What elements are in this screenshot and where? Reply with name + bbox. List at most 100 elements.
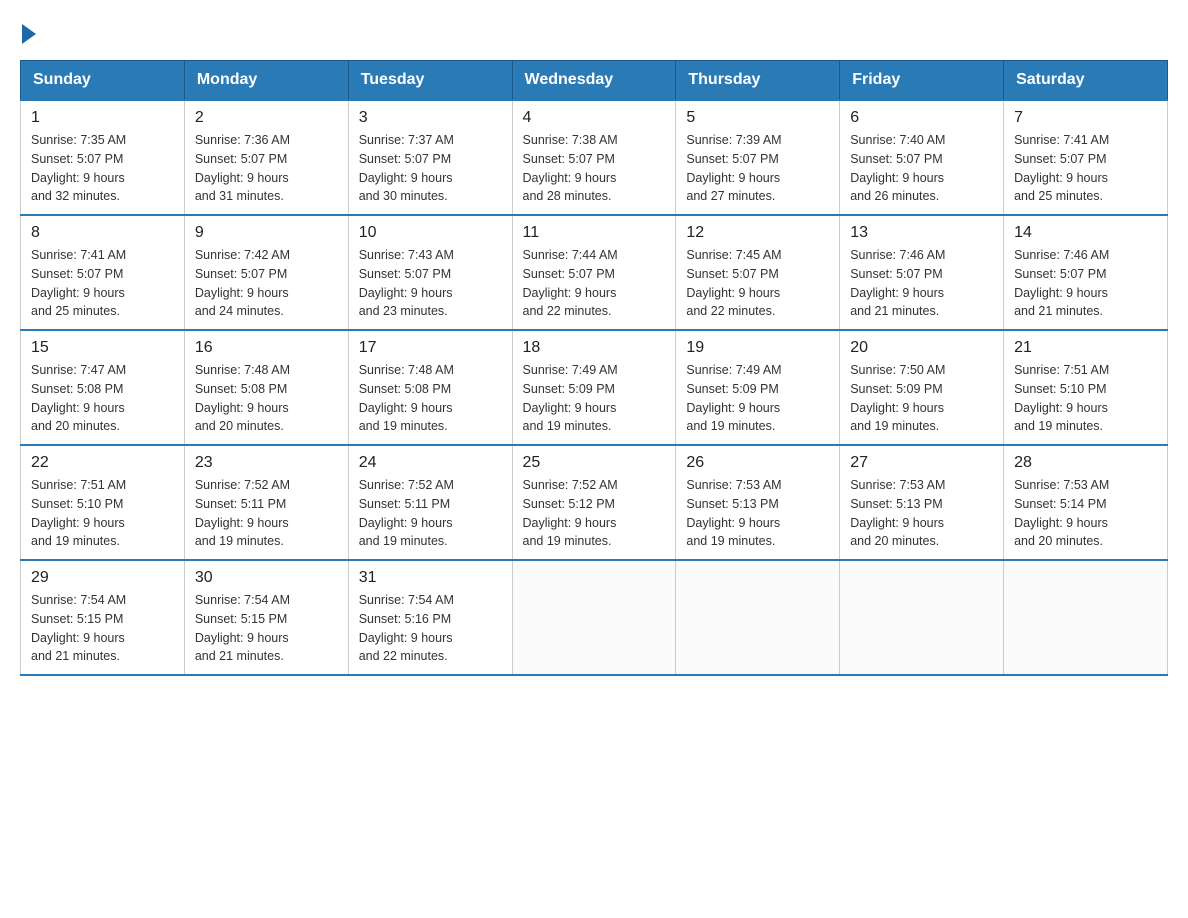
day-number: 4 (523, 109, 666, 127)
calendar-cell: 23 Sunrise: 7:52 AM Sunset: 5:11 PM Dayl… (184, 445, 348, 560)
day-info: Sunrise: 7:54 AM Sunset: 5:16 PM Dayligh… (359, 591, 502, 666)
day-info: Sunrise: 7:48 AM Sunset: 5:08 PM Dayligh… (359, 361, 502, 436)
calendar-cell: 25 Sunrise: 7:52 AM Sunset: 5:12 PM Dayl… (512, 445, 676, 560)
day-number: 10 (359, 224, 502, 242)
day-info: Sunrise: 7:47 AM Sunset: 5:08 PM Dayligh… (31, 361, 174, 436)
calendar-cell: 6 Sunrise: 7:40 AM Sunset: 5:07 PM Dayli… (840, 100, 1004, 215)
week-row-4: 22 Sunrise: 7:51 AM Sunset: 5:10 PM Dayl… (21, 445, 1168, 560)
calendar-cell: 17 Sunrise: 7:48 AM Sunset: 5:08 PM Dayl… (348, 330, 512, 445)
calendar-cell: 1 Sunrise: 7:35 AM Sunset: 5:07 PM Dayli… (21, 100, 185, 215)
day-info: Sunrise: 7:37 AM Sunset: 5:07 PM Dayligh… (359, 131, 502, 206)
calendar-cell: 31 Sunrise: 7:54 AM Sunset: 5:16 PM Dayl… (348, 560, 512, 675)
calendar-cell: 11 Sunrise: 7:44 AM Sunset: 5:07 PM Dayl… (512, 215, 676, 330)
day-info: Sunrise: 7:41 AM Sunset: 5:07 PM Dayligh… (31, 246, 174, 321)
day-info: Sunrise: 7:49 AM Sunset: 5:09 PM Dayligh… (686, 361, 829, 436)
calendar-cell: 10 Sunrise: 7:43 AM Sunset: 5:07 PM Dayl… (348, 215, 512, 330)
header-saturday: Saturday (1004, 61, 1168, 101)
calendar-cell (1004, 560, 1168, 675)
calendar-cell: 3 Sunrise: 7:37 AM Sunset: 5:07 PM Dayli… (348, 100, 512, 215)
header-thursday: Thursday (676, 61, 840, 101)
day-number: 30 (195, 569, 338, 587)
day-number: 23 (195, 454, 338, 472)
day-number: 9 (195, 224, 338, 242)
calendar-cell: 28 Sunrise: 7:53 AM Sunset: 5:14 PM Dayl… (1004, 445, 1168, 560)
day-number: 1 (31, 109, 174, 127)
page-header (20, 20, 1168, 40)
calendar-cell: 27 Sunrise: 7:53 AM Sunset: 5:13 PM Dayl… (840, 445, 1004, 560)
day-info: Sunrise: 7:36 AM Sunset: 5:07 PM Dayligh… (195, 131, 338, 206)
calendar-cell: 4 Sunrise: 7:38 AM Sunset: 5:07 PM Dayli… (512, 100, 676, 215)
day-number: 15 (31, 339, 174, 357)
calendar-cell: 2 Sunrise: 7:36 AM Sunset: 5:07 PM Dayli… (184, 100, 348, 215)
calendar-cell: 21 Sunrise: 7:51 AM Sunset: 5:10 PM Dayl… (1004, 330, 1168, 445)
calendar-cell: 13 Sunrise: 7:46 AM Sunset: 5:07 PM Dayl… (840, 215, 1004, 330)
calendar-header-row: SundayMondayTuesdayWednesdayThursdayFrid… (21, 61, 1168, 101)
day-info: Sunrise: 7:46 AM Sunset: 5:07 PM Dayligh… (850, 246, 993, 321)
calendar-cell: 24 Sunrise: 7:52 AM Sunset: 5:11 PM Dayl… (348, 445, 512, 560)
header-tuesday: Tuesday (348, 61, 512, 101)
day-info: Sunrise: 7:53 AM Sunset: 5:13 PM Dayligh… (850, 476, 993, 551)
day-info: Sunrise: 7:35 AM Sunset: 5:07 PM Dayligh… (31, 131, 174, 206)
day-info: Sunrise: 7:51 AM Sunset: 5:10 PM Dayligh… (31, 476, 174, 551)
day-info: Sunrise: 7:43 AM Sunset: 5:07 PM Dayligh… (359, 246, 502, 321)
day-info: Sunrise: 7:53 AM Sunset: 5:14 PM Dayligh… (1014, 476, 1157, 551)
header-sunday: Sunday (21, 61, 185, 101)
day-number: 28 (1014, 454, 1157, 472)
calendar-cell: 22 Sunrise: 7:51 AM Sunset: 5:10 PM Dayl… (21, 445, 185, 560)
day-info: Sunrise: 7:41 AM Sunset: 5:07 PM Dayligh… (1014, 131, 1157, 206)
day-number: 8 (31, 224, 174, 242)
day-info: Sunrise: 7:51 AM Sunset: 5:10 PM Dayligh… (1014, 361, 1157, 436)
day-number: 16 (195, 339, 338, 357)
week-row-1: 1 Sunrise: 7:35 AM Sunset: 5:07 PM Dayli… (21, 100, 1168, 215)
day-info: Sunrise: 7:52 AM Sunset: 5:12 PM Dayligh… (523, 476, 666, 551)
day-info: Sunrise: 7:49 AM Sunset: 5:09 PM Dayligh… (523, 361, 666, 436)
day-info: Sunrise: 7:42 AM Sunset: 5:07 PM Dayligh… (195, 246, 338, 321)
day-number: 13 (850, 224, 993, 242)
day-number: 5 (686, 109, 829, 127)
calendar-cell: 14 Sunrise: 7:46 AM Sunset: 5:07 PM Dayl… (1004, 215, 1168, 330)
day-number: 25 (523, 454, 666, 472)
day-number: 20 (850, 339, 993, 357)
day-number: 22 (31, 454, 174, 472)
calendar-cell: 12 Sunrise: 7:45 AM Sunset: 5:07 PM Dayl… (676, 215, 840, 330)
header-monday: Monday (184, 61, 348, 101)
calendar-cell: 5 Sunrise: 7:39 AM Sunset: 5:07 PM Dayli… (676, 100, 840, 215)
day-info: Sunrise: 7:54 AM Sunset: 5:15 PM Dayligh… (195, 591, 338, 666)
day-info: Sunrise: 7:40 AM Sunset: 5:07 PM Dayligh… (850, 131, 993, 206)
week-row-3: 15 Sunrise: 7:47 AM Sunset: 5:08 PM Dayl… (21, 330, 1168, 445)
calendar-cell: 29 Sunrise: 7:54 AM Sunset: 5:15 PM Dayl… (21, 560, 185, 675)
day-info: Sunrise: 7:50 AM Sunset: 5:09 PM Dayligh… (850, 361, 993, 436)
day-info: Sunrise: 7:38 AM Sunset: 5:07 PM Dayligh… (523, 131, 666, 206)
calendar-cell (840, 560, 1004, 675)
calendar-cell: 18 Sunrise: 7:49 AM Sunset: 5:09 PM Dayl… (512, 330, 676, 445)
calendar-cell: 20 Sunrise: 7:50 AM Sunset: 5:09 PM Dayl… (840, 330, 1004, 445)
calendar-cell: 9 Sunrise: 7:42 AM Sunset: 5:07 PM Dayli… (184, 215, 348, 330)
calendar-cell: 7 Sunrise: 7:41 AM Sunset: 5:07 PM Dayli… (1004, 100, 1168, 215)
logo (20, 20, 36, 40)
week-row-5: 29 Sunrise: 7:54 AM Sunset: 5:15 PM Dayl… (21, 560, 1168, 675)
day-number: 24 (359, 454, 502, 472)
day-info: Sunrise: 7:45 AM Sunset: 5:07 PM Dayligh… (686, 246, 829, 321)
day-number: 14 (1014, 224, 1157, 242)
day-number: 19 (686, 339, 829, 357)
day-info: Sunrise: 7:44 AM Sunset: 5:07 PM Dayligh… (523, 246, 666, 321)
day-number: 21 (1014, 339, 1157, 357)
calendar-cell: 19 Sunrise: 7:49 AM Sunset: 5:09 PM Dayl… (676, 330, 840, 445)
calendar-cell: 8 Sunrise: 7:41 AM Sunset: 5:07 PM Dayli… (21, 215, 185, 330)
logo-arrow-icon (22, 24, 36, 44)
day-number: 3 (359, 109, 502, 127)
day-number: 26 (686, 454, 829, 472)
day-number: 27 (850, 454, 993, 472)
day-info: Sunrise: 7:46 AM Sunset: 5:07 PM Dayligh… (1014, 246, 1157, 321)
day-info: Sunrise: 7:52 AM Sunset: 5:11 PM Dayligh… (359, 476, 502, 551)
day-number: 29 (31, 569, 174, 587)
calendar-cell: 16 Sunrise: 7:48 AM Sunset: 5:08 PM Dayl… (184, 330, 348, 445)
day-number: 11 (523, 224, 666, 242)
day-info: Sunrise: 7:39 AM Sunset: 5:07 PM Dayligh… (686, 131, 829, 206)
day-info: Sunrise: 7:53 AM Sunset: 5:13 PM Dayligh… (686, 476, 829, 551)
day-number: 17 (359, 339, 502, 357)
calendar-table: SundayMondayTuesdayWednesdayThursdayFrid… (20, 60, 1168, 676)
day-number: 12 (686, 224, 829, 242)
calendar-cell (676, 560, 840, 675)
day-number: 7 (1014, 109, 1157, 127)
